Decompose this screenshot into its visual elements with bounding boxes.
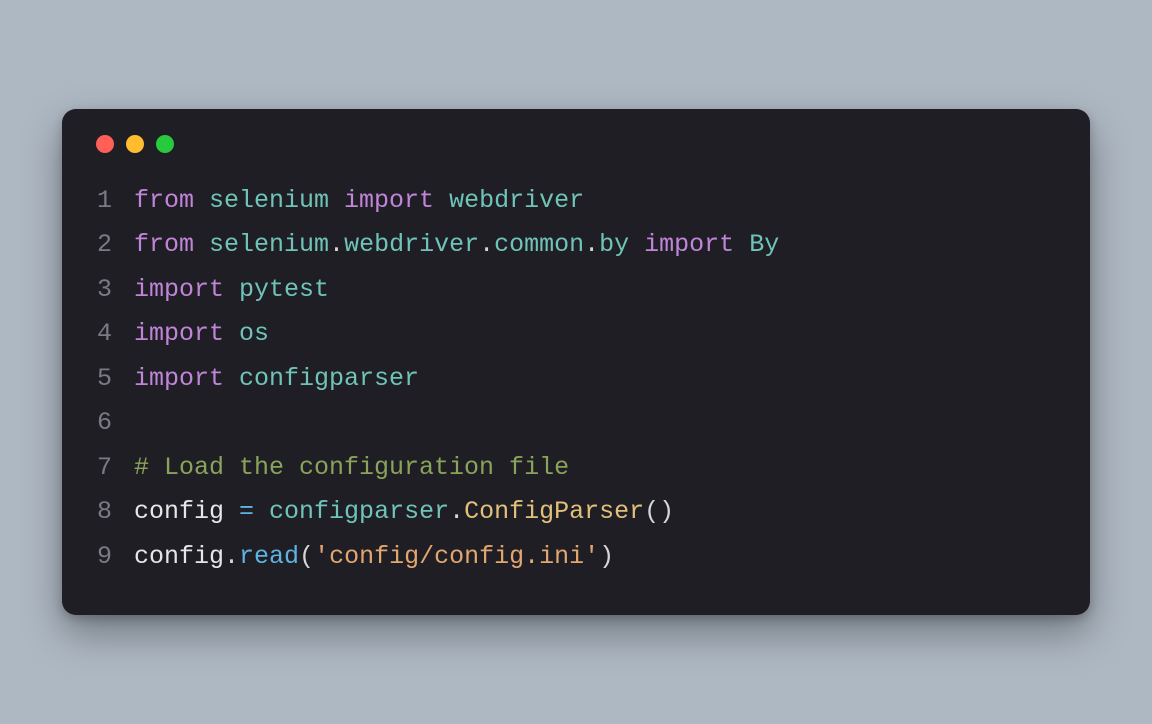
token: config (134, 542, 224, 571)
code-line: 6 (92, 401, 1060, 446)
line-source: # Load the configuration file (134, 446, 1060, 491)
close-icon[interactable] (96, 135, 114, 153)
token: () (644, 497, 674, 526)
token: read (239, 542, 299, 571)
token: = (239, 497, 269, 526)
token: from (134, 186, 209, 215)
line-number: 5 (92, 357, 134, 402)
token: By (749, 230, 779, 259)
code-line: 2from selenium.webdriver.common.by impor… (92, 223, 1060, 268)
token (134, 408, 149, 437)
token: . (479, 230, 494, 259)
line-source: import os (134, 312, 1060, 357)
line-number: 8 (92, 490, 134, 535)
line-source: config = configparser.ConfigParser() (134, 490, 1060, 535)
line-number: 2 (92, 223, 134, 268)
line-number: 1 (92, 179, 134, 224)
token: ) (599, 542, 614, 571)
line-number: 6 (92, 401, 134, 446)
token: import (134, 319, 239, 348)
code-line: 7# Load the configuration file (92, 446, 1060, 491)
code-line: 9config.read('config/config.ini') (92, 535, 1060, 580)
token: selenium (209, 186, 344, 215)
line-number: 3 (92, 268, 134, 313)
token: webdriver (344, 230, 479, 259)
code-line: 4import os (92, 312, 1060, 357)
token: ConfigParser (464, 497, 644, 526)
token: import (134, 275, 239, 304)
token: configparser (239, 364, 419, 393)
token: . (449, 497, 464, 526)
code-line: 3import pytest (92, 268, 1060, 313)
line-source: from selenium.webdriver.common.by import… (134, 223, 1060, 268)
token: by (599, 230, 644, 259)
token: ( (299, 542, 314, 571)
zoom-icon[interactable] (156, 135, 174, 153)
token: configparser (269, 497, 449, 526)
code-line: 5import configparser (92, 357, 1060, 402)
line-source: from selenium import webdriver (134, 179, 1060, 224)
code-block: 1from selenium import webdriver2from sel… (92, 179, 1060, 580)
code-window: 1from selenium import webdriver2from sel… (62, 109, 1090, 616)
token: # Load the configuration file (134, 453, 569, 482)
line-source: config.read('config/config.ini') (134, 535, 1060, 580)
token: import (344, 186, 449, 215)
token: pytest (239, 275, 329, 304)
line-source: import configparser (134, 357, 1060, 402)
code-line: 8config = configparser.ConfigParser() (92, 490, 1060, 535)
token: config (134, 497, 239, 526)
token: . (584, 230, 599, 259)
token: . (329, 230, 344, 259)
traffic-lights (96, 135, 1060, 153)
token: common (494, 230, 584, 259)
minimize-icon[interactable] (126, 135, 144, 153)
token: os (239, 319, 269, 348)
code-line: 1from selenium import webdriver (92, 179, 1060, 224)
line-number: 7 (92, 446, 134, 491)
token: from (134, 230, 209, 259)
token: webdriver (449, 186, 584, 215)
line-number: 4 (92, 312, 134, 357)
token: import (134, 364, 239, 393)
line-source: import pytest (134, 268, 1060, 313)
line-source (134, 401, 1060, 446)
token: 'config/config.ini' (314, 542, 599, 571)
token: . (224, 542, 239, 571)
line-number: 9 (92, 535, 134, 580)
token: import (644, 230, 749, 259)
token: selenium (209, 230, 329, 259)
